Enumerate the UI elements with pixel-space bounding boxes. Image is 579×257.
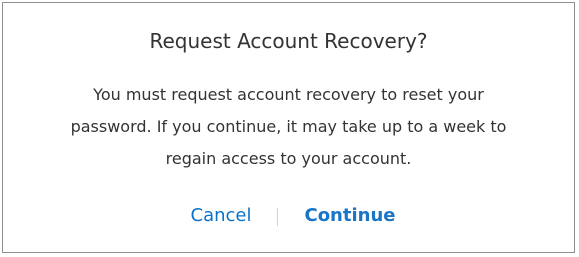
dialog-message-line: You must request account recovery to res… (93, 85, 484, 104)
account-recovery-dialog: Request Account Recovery? You must reque… (2, 2, 575, 253)
button-divider (277, 208, 278, 226)
dialog-title: Request Account Recovery? (149, 29, 428, 53)
cancel-button[interactable]: Cancel (183, 203, 259, 229)
dialog-actions: Cancel Continue (3, 203, 574, 231)
dialog-message: You must request account recovery to res… (23, 79, 554, 175)
continue-button[interactable]: Continue (301, 203, 399, 229)
dialog-message-line: regain access to your account. (165, 149, 412, 168)
dialog-message-line: password. If you continue, it may take u… (70, 117, 507, 136)
